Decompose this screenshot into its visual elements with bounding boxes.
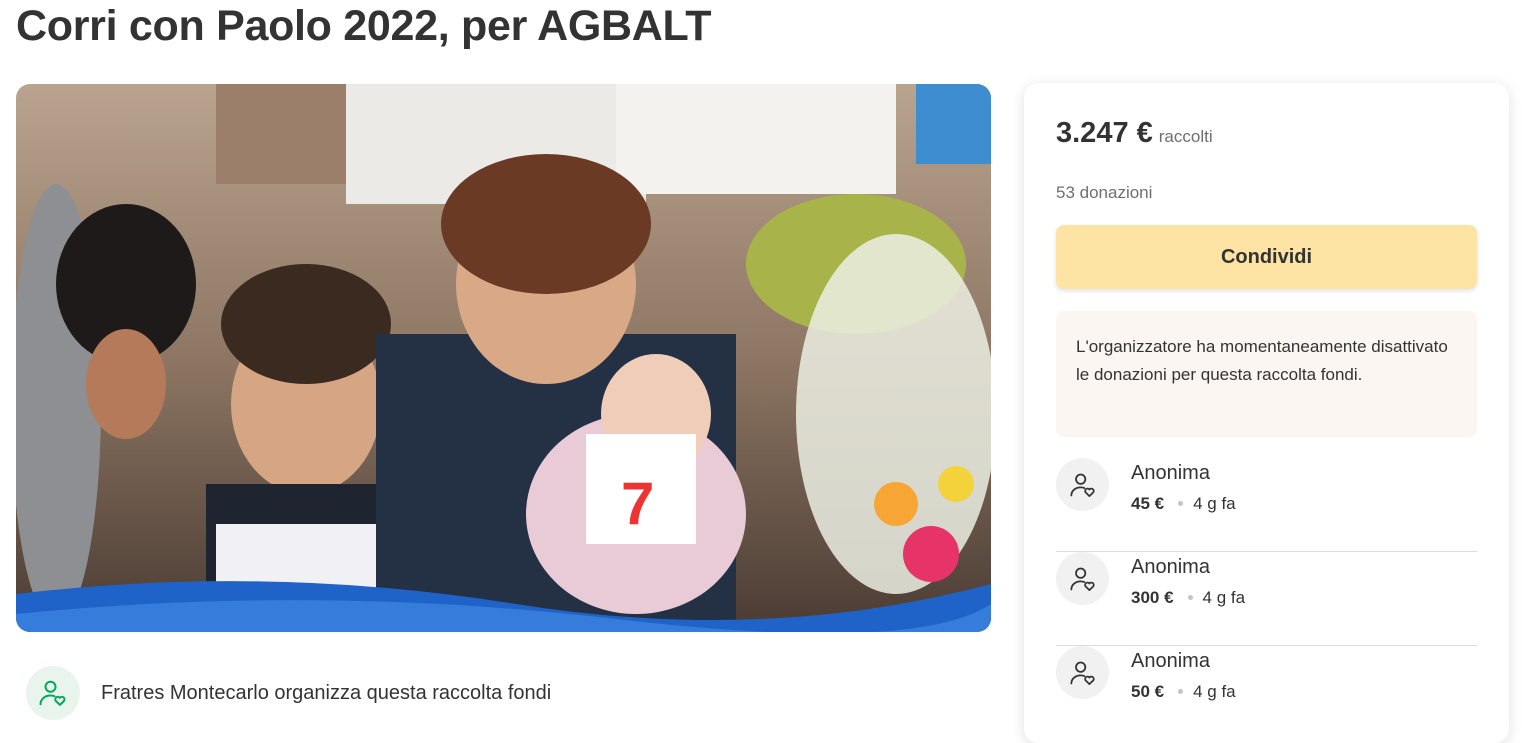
share-button[interactable]: Condividi <box>1056 225 1477 289</box>
donation-time: 4 g fa <box>1202 588 1246 607</box>
donation-meta: 45 € 4 g fa <box>1131 494 1236 514</box>
user-heart-icon <box>1056 458 1109 511</box>
donor-name: Anonima <box>1131 556 1210 578</box>
user-heart-icon <box>1056 552 1109 605</box>
page-title: Corri con Paolo 2022, per AGBALT <box>16 2 712 50</box>
separator-dot <box>1187 594 1193 600</box>
donation-amount: 50 € <box>1131 682 1165 701</box>
donation-item: Anonima 45 € 4 g fa <box>1056 458 1477 552</box>
user-heart-icon <box>1056 646 1109 699</box>
donation-time: 4 g fa <box>1193 682 1236 701</box>
user-heart-icon <box>26 666 80 720</box>
donation-meta: 50 € 4 g fa <box>1131 682 1236 702</box>
donation-item: Anonima 300 € 4 g fa <box>1056 552 1477 646</box>
organizer-row: Fratres Montecarlo organizza questa racc… <box>26 666 551 720</box>
raised-label: raccolti <box>1158 127 1213 146</box>
donation-amount: 300 € <box>1131 588 1174 607</box>
donation-meta: 300 € 4 g fa <box>1131 588 1245 608</box>
hero-photo: 7 <box>16 84 991 632</box>
donation-sidebar-card: 3.247 € raccolti 53 donazioni Condividi L… <box>1024 83 1509 743</box>
donations-disabled-notice: L'organizzatore ha momentaneamente disat… <box>1056 311 1477 437</box>
donor-name: Anonima <box>1131 650 1210 672</box>
donation-time: 4 g fa <box>1193 494 1236 513</box>
donation-item: Anonima 50 € 4 g fa <box>1056 646 1477 739</box>
donation-count: 53 donazioni <box>1056 183 1153 202</box>
separator-dot <box>1178 500 1184 506</box>
organizer-text: Fratres Montecarlo organizza questa racc… <box>101 681 552 704</box>
campaign-hero-image: 7 <box>16 84 991 632</box>
raised-amount: 3.247 € <box>1056 117 1153 149</box>
donor-name: Anonima <box>1131 462 1210 484</box>
svg-text:7: 7 <box>621 470 654 537</box>
raised-summary: 3.247 € raccolti <box>1056 117 1213 150</box>
donation-amount: 45 € <box>1131 494 1165 513</box>
recent-donations-list: Anonima 45 € 4 g fa Anonima 300 € 4 g fa A… <box>1056 458 1477 739</box>
separator-dot <box>1178 688 1184 694</box>
